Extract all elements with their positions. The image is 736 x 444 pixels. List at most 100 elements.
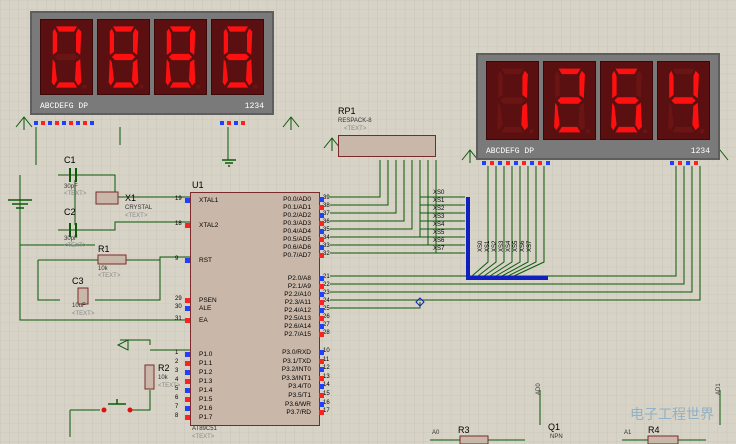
resistor-pack-rp1[interactable] [338,135,436,157]
chip-pin-number: 18 [175,221,182,227]
chip-pin[interactable] [319,410,324,416]
segment-b [76,28,82,55]
chip-pin-number: 29 [175,296,182,302]
chip-pin[interactable] [319,276,324,281]
c2-text: <TEXT> [64,243,87,249]
bus-net-label-vertical: XS0 [478,240,484,252]
chip-pin[interactable] [319,393,324,398]
chip-pin-label: P2.4/A12 [284,307,311,314]
display-pin [76,121,80,125]
chip-pin-label: P3.0/RXD [282,349,311,356]
chip-pin[interactable] [319,375,324,381]
chip-pin[interactable] [319,308,324,313]
display-pin [522,161,526,165]
chip-pin[interactable] [319,324,324,329]
chip-pin[interactable] [185,352,190,357]
chip-pin[interactable] [185,198,190,203]
seven-segment-digit [497,68,534,134]
chip-pin[interactable] [185,258,190,263]
chip-pin[interactable] [319,300,324,305]
segment-f [52,28,57,55]
chip-pin-label: RST [199,257,212,264]
chip-pin[interactable] [319,350,324,355]
chip-pin[interactable] [185,370,190,375]
seven-segment-display-left[interactable]: ABCDEFG DP 1234 [30,11,274,115]
segment-dp [253,84,258,89]
chip-pin[interactable] [319,205,324,210]
segment-a [672,68,695,75]
chip-pin-number: 17 [323,408,330,415]
chip-pin[interactable] [319,245,324,250]
r3-ref: R3 [458,425,470,435]
segment-d [558,126,581,133]
chip-pin[interactable] [319,221,324,226]
segment-e [497,102,503,131]
chip-pin[interactable] [185,379,190,384]
chip-pin[interactable] [319,358,324,364]
chip-pin-label: P1.7 [199,414,213,421]
chip-pin-number: 22 [323,282,330,288]
segment-b [190,28,196,55]
display-pin [55,121,59,125]
chip-pin-number: 19 [175,196,182,202]
chip-pin[interactable] [185,318,190,323]
bus-net-label-vertical: XS4 [506,240,512,252]
bus-net-label: XS4 [433,222,445,228]
chip-pin[interactable] [319,237,324,242]
chip-pin[interactable] [319,401,324,407]
segment-c [245,59,253,86]
chip-pin[interactable] [185,306,190,311]
digit-cell-2 [97,19,150,95]
chip-pin[interactable] [319,332,324,337]
segment-c [521,102,528,131]
chip-pin-number: 30 [175,304,182,310]
segment-e [165,59,171,86]
r4-ref: R4 [648,425,660,435]
chip-pin[interactable] [319,284,324,289]
chip-pin[interactable] [319,292,324,297]
segment-b [693,70,699,99]
segment-b [133,28,139,55]
bus-net-label-vertical: XS6 [520,240,526,252]
display-left-segment-label: ABCDEFG DP [40,102,89,111]
chip-pin[interactable] [185,415,190,420]
r2-value: 10k [158,375,168,381]
chip-pin[interactable] [319,316,324,321]
chip-pin[interactable] [185,361,190,366]
microcontroller-at89c51[interactable]: XTAL1 19 XTAL2 18 RST 9 PSEN 29 ALE 30 EA 31 P1.0 1 P1… [175,192,330,426]
segment-dp [196,84,201,89]
display-pin [530,161,534,165]
chip-pin[interactable] [319,384,324,390]
a0-label: A0 [432,430,440,436]
seven-segment-display-right[interactable]: ABCDEFG DP 1234 [476,53,720,160]
chip-pin-number: 37 [323,211,330,217]
r1-ref: R1 [98,244,110,254]
chip-pin-label: P0.7/AD7 [283,252,311,259]
chip-pin-label: P3.4/T0 [288,383,311,391]
segment-a [169,26,192,32]
segment-a [112,26,135,32]
chip-pin[interactable] [185,406,190,411]
display-pin [227,121,231,125]
rp1-text: <TEXT> [344,126,367,132]
segment-a [615,68,638,75]
segment-dp [700,129,705,134]
chip-pin[interactable] [185,223,190,228]
chip-pin-label: P1.1 [199,360,213,367]
chip-pin-number: 8 [175,413,179,419]
chip-pin[interactable] [185,388,190,393]
seven-segment-digit [554,68,591,134]
chip-pin[interactable] [319,213,324,218]
chip-pin[interactable] [319,229,324,234]
c1-text: <TEXT> [64,191,87,197]
chip-pin[interactable] [319,367,324,373]
chip-pin[interactable] [185,298,190,303]
chip-pin-number: 7 [175,404,179,410]
seven-segment-digit [51,26,87,89]
chip-pin[interactable] [185,397,190,402]
display-pin [506,161,510,165]
chip-pin[interactable] [319,253,324,258]
c3-ref: C3 [72,276,84,286]
chip-pin[interactable] [319,197,324,202]
seven-segment-digit [222,26,258,89]
